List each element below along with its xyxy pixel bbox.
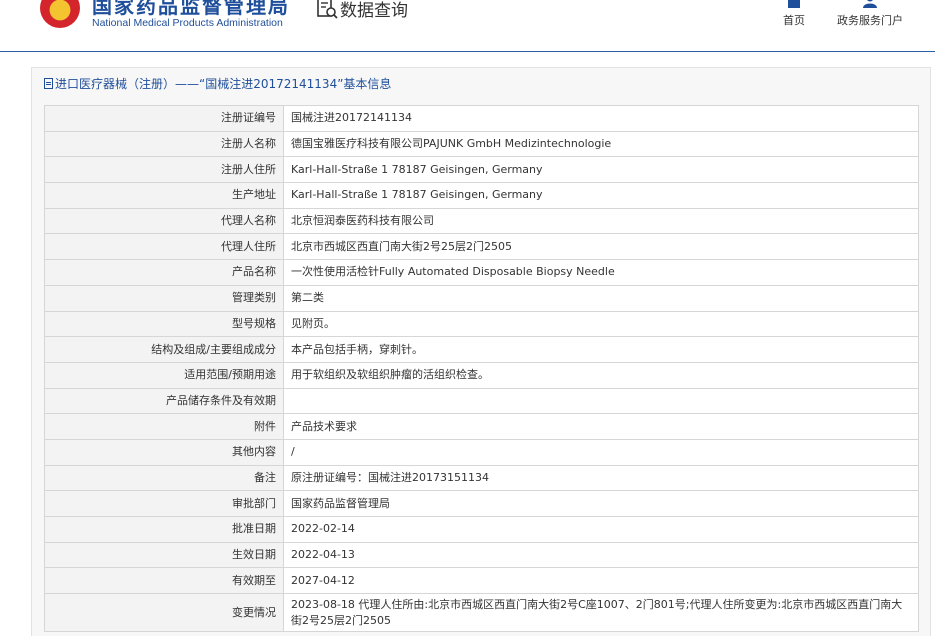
field-value: / [283,438,919,466]
table-row: 产品储存条件及有效期 [44,387,919,415]
nav-home-label: 首页 [783,14,805,27]
panel-title-text: 进口医疗器械（注册）——“国械注进20172141134”基本信息 [55,77,392,91]
field-value: 本产品包括手柄，穿刺针。 [283,336,919,363]
field-value: 2022-02-14 [283,516,919,543]
field-value: 2023-08-18 代理人住所由:北京市西城区西直门南大街2号C座1007、2… [283,593,919,633]
field-value: 国械注进20172141134 [283,105,919,132]
field-value: Karl-Hall-Straße 1 78187 Geisingen, Germ… [283,156,919,184]
field-value [283,387,919,415]
field-label: 注册人住所 [44,156,284,184]
field-label: 适用范围/预期用途 [44,361,284,389]
field-value: 原注册证编号：国械注进20173151134 [283,464,919,492]
table-row: 附件 产品技术要求 [44,413,919,440]
table-row: 备注 原注册证编号：国械注进20173151134 [44,464,919,492]
table-row: 注册人名称 德国宝雅医疗科技有限公司PAJUNK GmbH Medizintech… [44,130,919,158]
table-row: 变更情况 2023-08-18 代理人住所由:北京市西城区西直门南大街2号C座10… [44,593,919,633]
nav-home[interactable]: 首页 [780,0,808,28]
field-label: 代理人名称 [44,207,284,235]
table-row: 适用范围/预期用途 用于软组织及软组织肿瘤的活组织检查。 [44,361,919,389]
table-row: 生产地址 Karl-Hall-Straße 1 78187 Geisingen, … [44,182,919,209]
field-label: 备注 [44,464,284,492]
field-label: 变更情况 [44,593,284,633]
field-label: 结构及组成/主要组成成分 [44,336,284,363]
table-row: 管理类别 第二类 [44,284,919,312]
user-icon [863,0,877,8]
star-icon: ★ [53,0,67,13]
field-value: 见附页。 [283,310,919,338]
field-value: Karl-Hall-Straße 1 78187 Geisingen, Germ… [283,182,919,209]
info-table: 注册证编号 国械注进20172141134 注册人名称 德国宝雅医疗科技有限公司PAJ… [44,105,919,633]
field-label: 生效日期 [44,541,284,569]
field-value: 用于软组织及软组织肿瘤的活组织检查。 [283,361,919,389]
field-label: 产品名称 [44,259,284,286]
table-row: 产品名称 一次性使用活检针Fully Automated Disposable B… [44,259,919,286]
field-value: 第二类 [283,284,919,312]
field-label: 注册证编号 [44,105,284,132]
field-label: 产品储存条件及有效期 [44,387,284,415]
field-value: 2022-04-13 [283,541,919,569]
table-row: 代理人住所 北京市西城区西直门南大街2号25层2门2505 [44,233,919,261]
nav-portal[interactable]: 政务服务门户 [836,0,904,28]
field-label: 代理人住所 [44,233,284,261]
detail-panel: 进口医疗器械（注册）——“国械注进20172141134”基本信息 注册证编号国… [31,67,931,636]
home-icon [786,0,802,8]
field-label: 其他内容 [44,438,284,466]
panel-title: 进口医疗器械（注册）——“国械注进20172141134”基本信息 [44,75,391,92]
field-label: 审批部门 [44,490,284,517]
site-header: ★ 国家药品监督管理局 National Medical Products Ad… [0,0,935,52]
field-label: 型号规格 [44,310,284,338]
field-value: 德国宝雅医疗科技有限公司PAJUNK GmbH Medizintechnolog… [283,130,919,158]
field-label: 注册人名称 [44,130,284,158]
nav-portal-label: 政务服务门户 [837,14,903,27]
field-label: 有效期至 [44,567,284,595]
field-label: 附件 [44,413,284,440]
table-row: 注册人住所 Karl-Hall-Straße 1 78187 Geisingen,… [44,156,919,184]
table-row: 审批部门 国家药品监督管理局 [44,490,919,517]
table-row: 代理人名称 北京恒润泰医药科技有限公司 [44,207,919,235]
table-row: 注册证编号 国械注进20172141134 [44,105,919,132]
table-row: 有效期至 2027-04-12 [44,567,919,595]
table-row: 生效日期 2022-04-13 [44,541,919,569]
field-label: 生产地址 [44,182,284,209]
field-value: 产品技术要求 [283,413,919,440]
site-title-en: National Medical Products Administration [92,17,283,29]
table-row: 型号规格 见附页。 [44,310,919,338]
field-label: 管理类别 [44,284,284,312]
field-value: 2027-04-12 [283,567,919,595]
field-value: 北京市西城区西直门南大街2号25层2门2505 [283,233,919,261]
table-row: 结构及组成/主要组成成分 本产品包括手柄，穿刺针。 [44,336,919,363]
table-row: 其他内容 / [44,438,919,466]
document-icon [44,78,53,89]
data-query-label: 数据查询 [340,1,408,21]
table-row: 批准日期 2022-02-14 [44,516,919,543]
data-query-icon [317,0,338,19]
field-value: 一次性使用活检针Fully Automated Disposable Biops… [283,259,919,286]
field-label: 批准日期 [44,516,284,543]
field-value: 北京恒润泰医药科技有限公司 [283,207,919,235]
field-value: 国家药品监督管理局 [283,490,919,517]
